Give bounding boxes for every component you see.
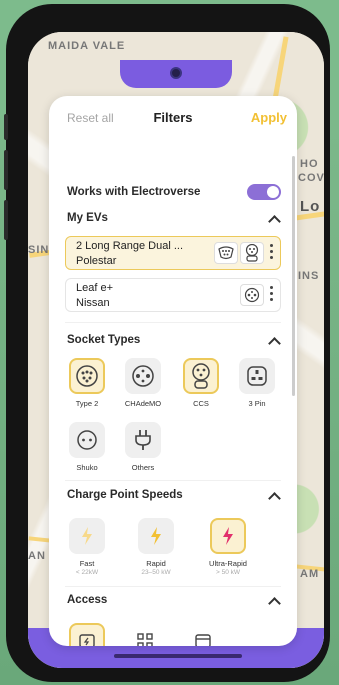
ev-make: Nissan [76,297,110,309]
lightning-icon [138,518,174,554]
window-icon [185,623,221,646]
ccs-plug-icon [183,358,219,394]
socket-chademo[interactable]: CHAdeMO [123,358,163,408]
socket-ccs[interactable]: CCS [181,358,221,408]
ev-make: Polestar [76,255,117,267]
socket-label: CHAdeMO [124,399,162,408]
socket-3pin[interactable]: 3 Pin [237,358,277,408]
qr-code-icon [127,623,163,646]
ccs-plug-icon [240,242,264,264]
card-icon [69,623,105,646]
speed-rapid[interactable]: Rapid 23–50 kW [136,518,176,576]
speed-fast[interactable]: Fast < 22kW [67,518,107,576]
speed-range: > 50 kW [215,569,241,576]
volume-button [4,200,8,240]
map-label: HO [300,158,319,170]
divider [65,586,281,587]
schuko-plug-icon [69,422,105,458]
socket-label: 3 Pin [248,399,266,408]
map-label: INS [298,270,320,282]
type2-plug-icon [214,242,238,264]
ev-name: Leaf e+ [76,282,114,294]
socket-label: CCS [193,399,209,408]
speed-label: Fast [79,559,95,568]
works-with-electroverse-label: Works with Electroverse [67,186,201,198]
speed-label: Ultra-Rapid [209,559,247,568]
chademo-plug-icon [125,358,161,394]
charge-speeds-heading: Charge Point Speeds [67,489,183,501]
ev-options-menu-icon[interactable] [268,244,274,259]
chevron-up-icon[interactable] [268,597,281,610]
speed-label: Rapid [146,559,166,568]
apply-button[interactable]: Apply [251,110,287,125]
volume-button [4,114,8,140]
filters-header: Reset all Filters Apply [49,96,297,142]
ev-options-menu-icon[interactable] [268,286,274,301]
ev-card-polestar[interactable]: 2 Long Range Dual ... Polestar [65,236,281,270]
socket-others[interactable]: Others [123,422,163,472]
divider [65,322,281,323]
chevron-up-icon[interactable] [268,337,281,350]
divider [65,480,281,481]
phone-screen: MAIDA VALE HO COV Lo SIN INS AN AM HA Re… [28,32,324,668]
access-heading: Access [67,594,108,606]
access-option-card[interactable] [67,623,107,646]
filters-panel: Reset all Filters Apply Works with Elect… [49,96,297,646]
map-label: MAIDA VALE [48,40,126,52]
scrollbar[interactable] [292,156,295,396]
map-label: AM [300,568,320,580]
phone-notch [120,60,232,88]
socket-shuko[interactable]: Shuko [67,422,107,472]
socket-type2[interactable]: Type 2 [67,358,107,408]
phone-frame: MAIDA VALE HO COV Lo SIN INS AN AM HA Re… [4,4,330,682]
speed-ultra-rapid[interactable]: Ultra-Rapid > 50 kW [208,518,248,576]
chademo-plug-icon [240,284,264,306]
map-label: AN [28,550,46,562]
ev-name: 2 Long Range Dual ... [76,240,184,252]
chevron-up-icon[interactable] [268,492,281,505]
socket-label: Type 2 [75,399,99,408]
toggle-knob [267,186,279,198]
map-label: COV [298,172,324,184]
socket-label: Others [131,463,155,472]
access-option-app[interactable] [183,623,223,646]
ev-card-nissan[interactable]: Leaf e+ Nissan [65,278,281,312]
works-with-electroverse-toggle[interactable] [247,184,281,200]
home-indicator[interactable] [114,654,242,658]
socket-types-heading: Socket Types [67,334,141,346]
lightning-icon [69,518,105,554]
chevron-up-icon[interactable] [268,215,281,228]
speed-range: 23–50 kW [141,569,171,576]
map-label: Lo [300,198,321,215]
camera-icon [170,67,182,79]
access-option-qr[interactable] [125,623,165,646]
three-pin-plug-icon [239,358,275,394]
lightning-icon [210,518,246,554]
generic-plug-icon [125,422,161,458]
volume-button [4,150,8,190]
my-evs-heading: My EVs [67,212,108,224]
speed-range: < 22kW [75,569,99,576]
type2-plug-icon [69,358,105,394]
map-label: SIN [28,244,50,256]
socket-label: Shuko [76,463,98,472]
